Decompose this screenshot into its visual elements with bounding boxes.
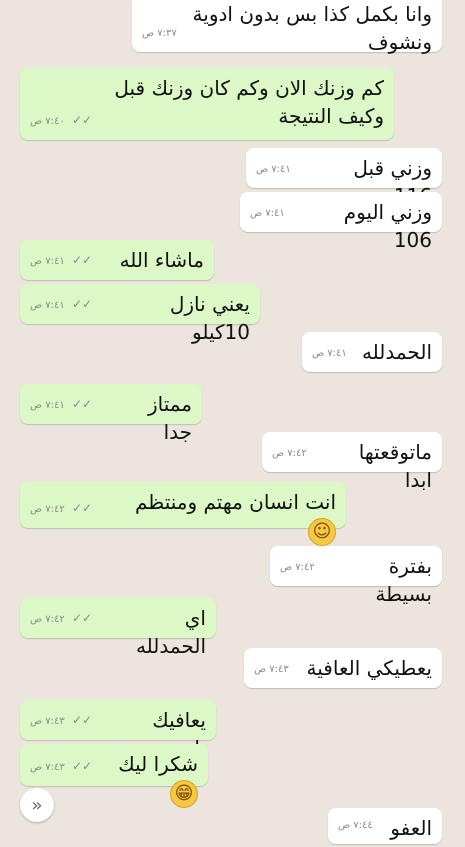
double-check-icon: ✓✓ [71,611,93,625]
message-time: ٧:٤١ ص [30,400,65,411]
message-outgoing[interactable]: اي الحمدلله ✓✓ ٧:٤٢ ص [20,598,216,658]
message-time: ٧:٤٢ ص [272,448,307,459]
message-meta: ✓✓ ٧:٤٢ ص [30,494,92,524]
double-check-icon: ✓✓ [71,397,93,411]
message-time: ٧:٤٠ ص [30,116,65,127]
message-incoming[interactable]: بفترة بسيطة ٧:٤٢ ص [270,546,442,606]
message-text: انت انسان مهتم ومنتظم [134,490,336,514]
chevron-double-down-icon: » [31,794,43,816]
message-time: ٧:٤٣ ص [30,762,65,773]
message-meta: ✓✓ ٧:٤١ ص [30,390,92,420]
message-text: وانا بكمل كذا بس بدون ادوية ونشوف [192,2,432,54]
message-time: ٧:٤٣ ص [254,664,289,675]
message-outgoing[interactable]: شكرا ليك 😁 ✓✓ ٧:٤٣ ص [20,744,208,808]
message-time: ٧:٤١ ص [30,300,65,311]
scroll-down-button[interactable]: » [20,788,54,822]
message-text: شكرا ليك [118,752,198,776]
message-time: ٧:٤٤ ص [338,820,373,831]
double-check-icon: ✓✓ [71,759,93,773]
message-incoming[interactable]: وزني اليوم 106 ٧:٤١ ص [240,192,442,252]
message-meta: ✓✓ ٧:٤١ ص [30,246,92,276]
message-meta: ✓✓ ٧:٤٣ ص [30,706,92,736]
message-time: ٧:٤١ ص [312,348,347,359]
double-check-icon: ✓✓ [71,297,93,311]
message-outgoing[interactable]: يعني نازل 10كيلو ✓✓ ٧:٤١ ص [20,284,260,344]
message-incoming[interactable]: يعطيكي العافية ٧:٤٣ ص [244,648,442,688]
message-time: ٧:٤٢ ص [30,614,65,625]
double-check-icon: ✓✓ [71,713,93,727]
double-check-icon: ✓✓ [71,501,93,515]
message-time: ٧:٤٣ ص [30,716,65,727]
grinning-face-emoji-icon: 😁 [170,779,198,808]
double-check-icon: ✓✓ [71,253,93,267]
message-time: ٧:٤١ ص [250,208,285,219]
message-outgoing[interactable]: كم وزنك الان وكم كان وزنك قبل وكيف النتي… [20,68,394,140]
message-incoming[interactable]: العفو ٧:٤٤ ص [328,808,442,844]
message-time: ٧:٤١ ص [256,164,291,175]
message-meta: ✓✓ ٧:٤١ ص [30,290,92,320]
message-time: ٧:٤٢ ص [30,504,65,515]
message-incoming[interactable]: وانا بكمل كذا بس بدون ادوية ونشوف ٧:٣٧ ص [132,0,442,54]
message-outgoing[interactable]: يعافيك يارب ✓✓ ٧:٤٣ ص [20,700,216,760]
message-incoming[interactable]: الحمدلله ٧:٤١ ص [302,332,442,372]
message-incoming[interactable]: وزني قبل 116 ٧:٤١ ص [246,148,442,208]
message-meta: ✓✓ ٧:٤٠ ص [30,106,92,136]
message-meta: ✓✓ ٧:٤٣ ص [30,752,92,782]
message-incoming[interactable]: ماتوقعتها ابدا ٧:٤٢ ص [262,432,442,492]
message-meta: ✓✓ ٧:٤٢ ص [30,604,92,634]
smiling-face-emoji-icon: ☺ [308,517,336,546]
double-check-icon: ✓✓ [71,113,93,127]
chat-area: وانا بكمل كذا بس بدون ادوية ونشوف ٧:٣٧ ص… [0,0,465,847]
message-time: ٧:٤١ ص [30,256,65,267]
message-outgoing[interactable]: انت انسان مهتم ومنتظم ☺ ✓✓ ٧:٤٢ ص [20,482,346,546]
message-time: ٧:٣٧ ص [142,28,177,39]
message-outgoing[interactable]: ممتاز جدا ✓✓ ٧:٤١ ص [20,384,202,444]
message-time: ٧:٤٢ ص [280,562,315,573]
message-outgoing[interactable]: ماشاء الله ✓✓ ٧:٤١ ص [20,240,214,280]
